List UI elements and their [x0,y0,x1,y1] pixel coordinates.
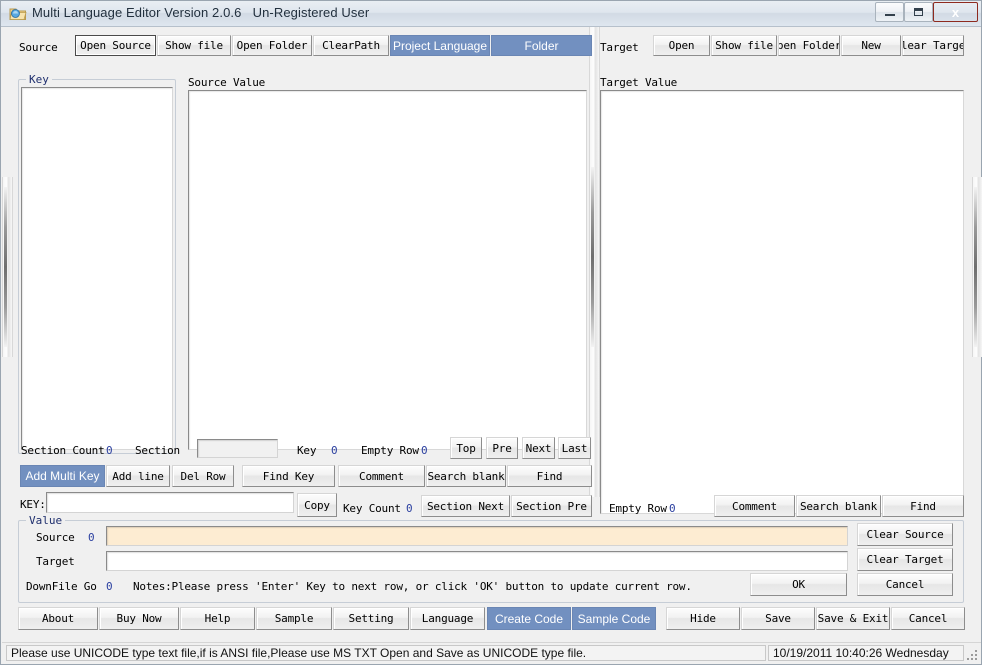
project-language-button[interactable]: Project Language [390,35,490,56]
add-line-button[interactable]: Add line [106,465,170,487]
ok-button[interactable]: OK [750,573,847,596]
resize-grip-icon[interactable] [965,648,979,662]
section-count-value: 0 [106,444,113,457]
open-source-button[interactable]: Open Source [75,35,156,56]
section-input[interactable] [197,439,278,458]
window-title: Multi Language Editor Version 2.0.6 Un-R… [32,5,370,20]
open-folder-source-button[interactable]: Open Folder [232,35,312,56]
save-button[interactable]: Save [741,607,815,630]
language-button[interactable]: Language [410,607,485,630]
source-value-list[interactable] [188,90,587,450]
status-message: Please use UNICODE type text file,if is … [6,645,766,661]
buy-now-button[interactable]: Buy Now [99,607,179,630]
app-folder-icon [9,8,27,20]
nav-pre-button[interactable]: Pre [486,437,518,459]
status-bar: Please use UNICODE type text file,if is … [2,642,981,663]
value-target-label: Target [36,555,75,568]
save-exit-button[interactable]: Save & Exit [816,607,890,630]
copy-button[interactable]: Copy [297,493,337,517]
cancel-bottom-button[interactable]: Cancel [891,607,965,630]
key-list[interactable] [21,87,173,450]
status-datetime: 10/19/2011 10:40:26 Wednesday [768,645,964,661]
open-folder-target-button[interactable]: pen Folder [778,35,840,56]
clear-target-button[interactable]: Clear Target [857,548,953,571]
nav-last-button[interactable]: Last [558,437,591,459]
downfile-go-value: 0 [106,580,113,593]
nav-top-button[interactable]: Top [450,437,482,459]
new-target-button[interactable]: New [841,35,901,56]
section-pre-button[interactable]: Section Pre [511,495,592,517]
value-group-label: Value [26,514,66,527]
target-value-list[interactable] [600,90,964,514]
clear-source-button[interactable]: Clear Source [857,523,953,546]
minimize-button[interactable] [875,2,904,22]
value-source-label: Source [36,531,75,544]
key-input[interactable] [46,492,294,513]
client-area: Source Open Source Show file Open Folder… [2,27,982,664]
value-source-index: 0 [88,531,95,544]
maximize-button[interactable] [904,2,933,22]
about-button[interactable]: About [18,607,98,630]
source-value-label: Source Value [188,76,266,89]
section-count-label: Section Count [21,444,105,457]
clear-path-button[interactable]: ClearPath [313,35,389,56]
del-row-button[interactable]: Del Row [172,465,234,487]
show-file-source-button[interactable]: Show file [157,35,231,56]
close-icon: x [951,4,960,20]
section-next-button[interactable]: Section Next [421,495,510,517]
nav-next-button[interactable]: Next [522,437,555,459]
source-panel-label: Source [19,41,58,54]
folder-button[interactable]: Folder [491,35,592,56]
search-blank-source-button[interactable]: Search blank [426,465,506,487]
target-panel-label: Target [600,41,639,54]
title-bar: Multi Language Editor Version 2.0.6 Un-R… [1,1,981,27]
section-label: Section [135,444,180,457]
key-count-value-mid: 0 [331,444,338,457]
key-count-label-mid: Key [297,444,317,457]
target-empty-row-label: Empty Row [609,502,667,515]
key-count-label: Key Count [343,502,401,515]
right-splitter[interactable] [972,177,982,357]
find-key-button[interactable]: Find Key [242,465,335,487]
setting-button[interactable]: Setting [333,607,409,630]
source-empty-row-value: 0 [421,444,428,457]
show-file-target-button[interactable]: Show file [711,35,777,56]
comment-target-button[interactable]: Comment [714,495,795,517]
sample-button[interactable]: Sample [256,607,332,630]
left-splitter[interactable] [2,177,13,357]
value-source-input[interactable] [106,526,848,546]
target-value-label: Target Value [600,76,678,89]
value-target-input[interactable] [106,551,848,571]
search-blank-target-button[interactable]: Search blank [796,495,881,517]
key-group-label: Key [26,73,52,86]
key-count-value: 0 [406,502,413,515]
find-target-button[interactable]: Find [882,495,964,517]
add-multi-key-button[interactable]: Add Multi Key [20,465,105,487]
open-target-button[interactable]: Open [653,35,710,56]
clear-target-top-button[interactable]: lear Targe [902,35,964,56]
sample-code-button[interactable]: Sample Code [572,607,656,630]
find-source-button[interactable]: Find [507,465,592,487]
target-empty-row-value: 0 [669,502,676,515]
cancel-value-button[interactable]: Cancel [857,573,953,596]
source-empty-row-label: Empty Row [361,444,419,457]
hide-button[interactable]: Hide [666,607,740,630]
close-button[interactable]: x [933,2,978,22]
help-button[interactable]: Help [180,607,255,630]
comment-source-button[interactable]: Comment [338,465,425,487]
key-input-label: KEY: [20,498,46,511]
create-code-button[interactable]: Create Code [487,607,571,630]
app-window: Multi Language Editor Version 2.0.6 Un-R… [0,0,982,665]
value-notes: Notes:Please press 'Enter' Key to next r… [133,580,692,593]
center-splitter[interactable] [589,27,600,497]
downfile-go-label: DownFile Go [26,580,97,593]
